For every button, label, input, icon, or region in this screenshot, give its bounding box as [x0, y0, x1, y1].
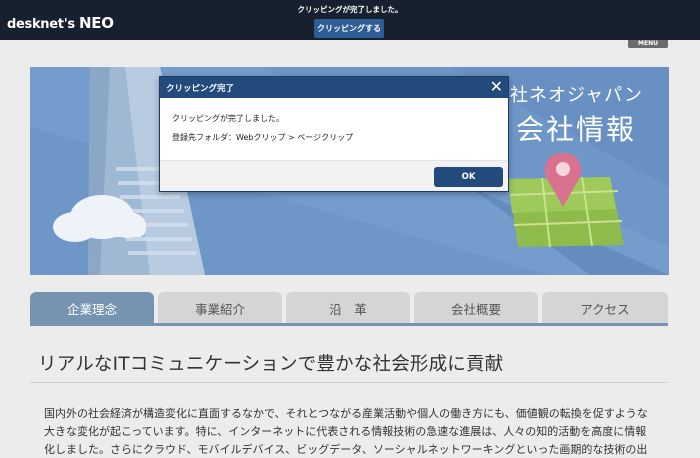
ok-button[interactable]: OK [434, 167, 503, 187]
app-logo[interactable]: desknet's NEO [7, 14, 114, 32]
logo-neo: NEO [79, 14, 114, 32]
dialog-title: クリッピング完了 [166, 84, 235, 94]
body-paragraph: 国内外の社会経済が構造変化に直面するなかで、それとつながる産業活動や個人の働き方… [44, 405, 664, 458]
dialog-message: クリッピングが完了しました。 [172, 114, 284, 123]
tab-overview[interactable]: 会社概要 [414, 292, 538, 324]
paragraph-line: 国内外の社会経済が構造変化に直面するなかで、それとつながる産業活動や個人の働き方… [44, 407, 648, 420]
clip-button[interactable]: クリッピングする [314, 19, 384, 38]
menu-button[interactable]: MENU [628, 40, 668, 48]
close-icon[interactable]: ✕ [490, 78, 503, 96]
dialog-folder-path: 登録先フォルダ：Webクリップ > ページクリップ [172, 133, 354, 142]
tab-business[interactable]: 事業紹介 [158, 292, 282, 324]
divider [30, 382, 668, 383]
tab-bar: 企業理念 事業紹介 沿 革 会社概要 アクセス [30, 292, 668, 324]
logo-text: desknet's [7, 17, 75, 32]
paragraph-line: 大きな変化が起こっています。特に、インターネットに代表される情報技術の急速な進展… [44, 425, 647, 438]
dialog-footer: OK [160, 160, 508, 191]
banner-title-company: 社ネオジャパン [510, 85, 643, 106]
top-bar: desknet's NEO クリッピングが完了しました。 クリッピングする [0, 0, 700, 40]
page-title: リアルなITコミュニケーションで豊かな社会形成に貢献 [38, 354, 504, 375]
tab-philosophy[interactable]: 企業理念 [30, 292, 154, 324]
tab-history[interactable]: 沿 革 [286, 292, 410, 324]
dialog-header: クリッピング完了 ✕ [160, 77, 508, 98]
banner-title-info: 会社情報 [516, 113, 637, 146]
tab-underline [30, 323, 668, 326]
clipping-complete-dialog: クリッピング完了 ✕ クリッピングが完了しました。 登録先フォルダ：Webクリッ… [159, 76, 509, 192]
clipping-status-message: クリッピングが完了しました。 [297, 5, 403, 14]
paragraph-line: 化しました。さらにクラウド、モバイルデバイス、ビッグデータ、ソーシャルネットワー… [44, 443, 648, 456]
tab-access[interactable]: アクセス [542, 292, 668, 324]
